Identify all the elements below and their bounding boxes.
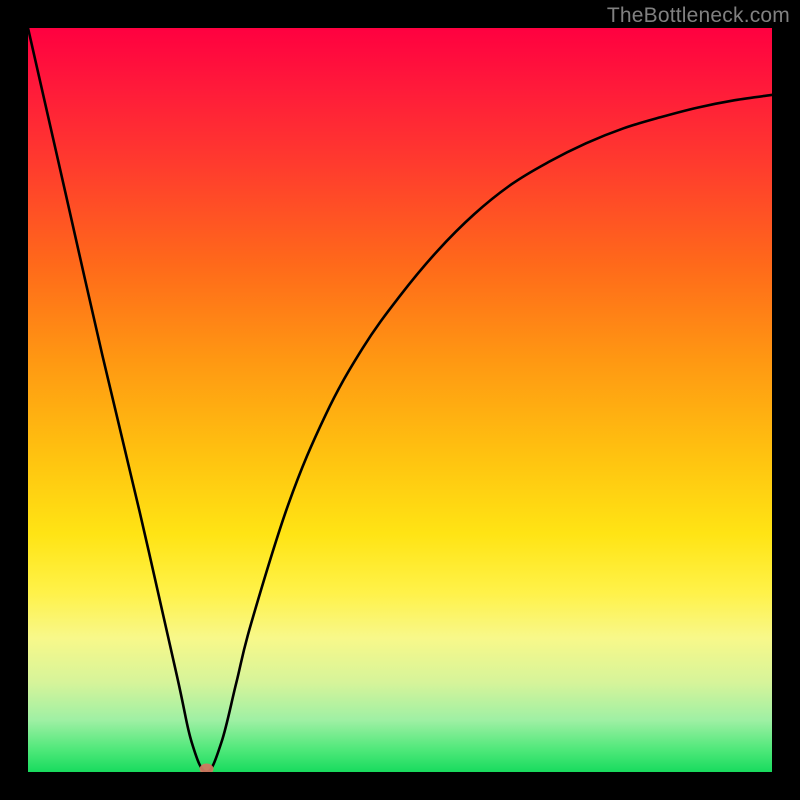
- curve-svg: [28, 28, 772, 772]
- bottleneck-curve: [28, 28, 772, 772]
- optimal-point-marker: [200, 764, 214, 773]
- watermark-text: TheBottleneck.com: [607, 4, 790, 28]
- plot-area: [28, 28, 772, 772]
- curve-group: [28, 28, 772, 772]
- chart-frame: TheBottleneck.com: [0, 0, 800, 800]
